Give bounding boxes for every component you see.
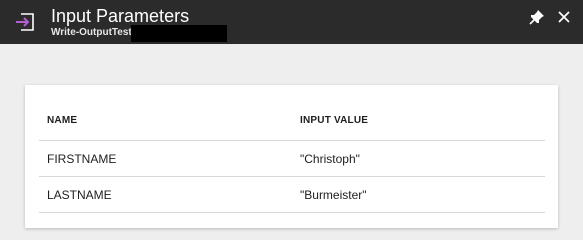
column-header-name: NAME: [47, 115, 78, 126]
blade-header: Input Parameters Write-OutputTest: [0, 0, 583, 44]
parameter-value: "Burmeister": [300, 188, 367, 202]
redaction-bar: [131, 25, 227, 42]
runbook-input-icon: [14, 11, 36, 33]
column-header-input-value: INPUT VALUE: [300, 115, 369, 126]
parameter-name: LASTNAME: [47, 188, 112, 202]
table-row[interactable]: LASTNAME "Burmeister": [39, 177, 545, 213]
pin-icon[interactable]: [529, 9, 545, 25]
blade-title: Input Parameters: [51, 6, 190, 26]
table-row[interactable]: FIRSTNAME "Christoph": [39, 141, 545, 177]
parameter-value: "Christoph": [300, 152, 360, 166]
parameters-card: NAME INPUT VALUE FIRSTNAME "Christoph" L…: [25, 85, 558, 228]
table-header-row: NAME INPUT VALUE: [39, 85, 545, 141]
close-icon[interactable]: [557, 10, 571, 24]
blade-subtitle: Write-OutputTest: [51, 27, 132, 38]
parameter-name: FIRSTNAME: [47, 152, 117, 166]
parameters-table: NAME INPUT VALUE FIRSTNAME "Christoph" L…: [39, 85, 545, 213]
